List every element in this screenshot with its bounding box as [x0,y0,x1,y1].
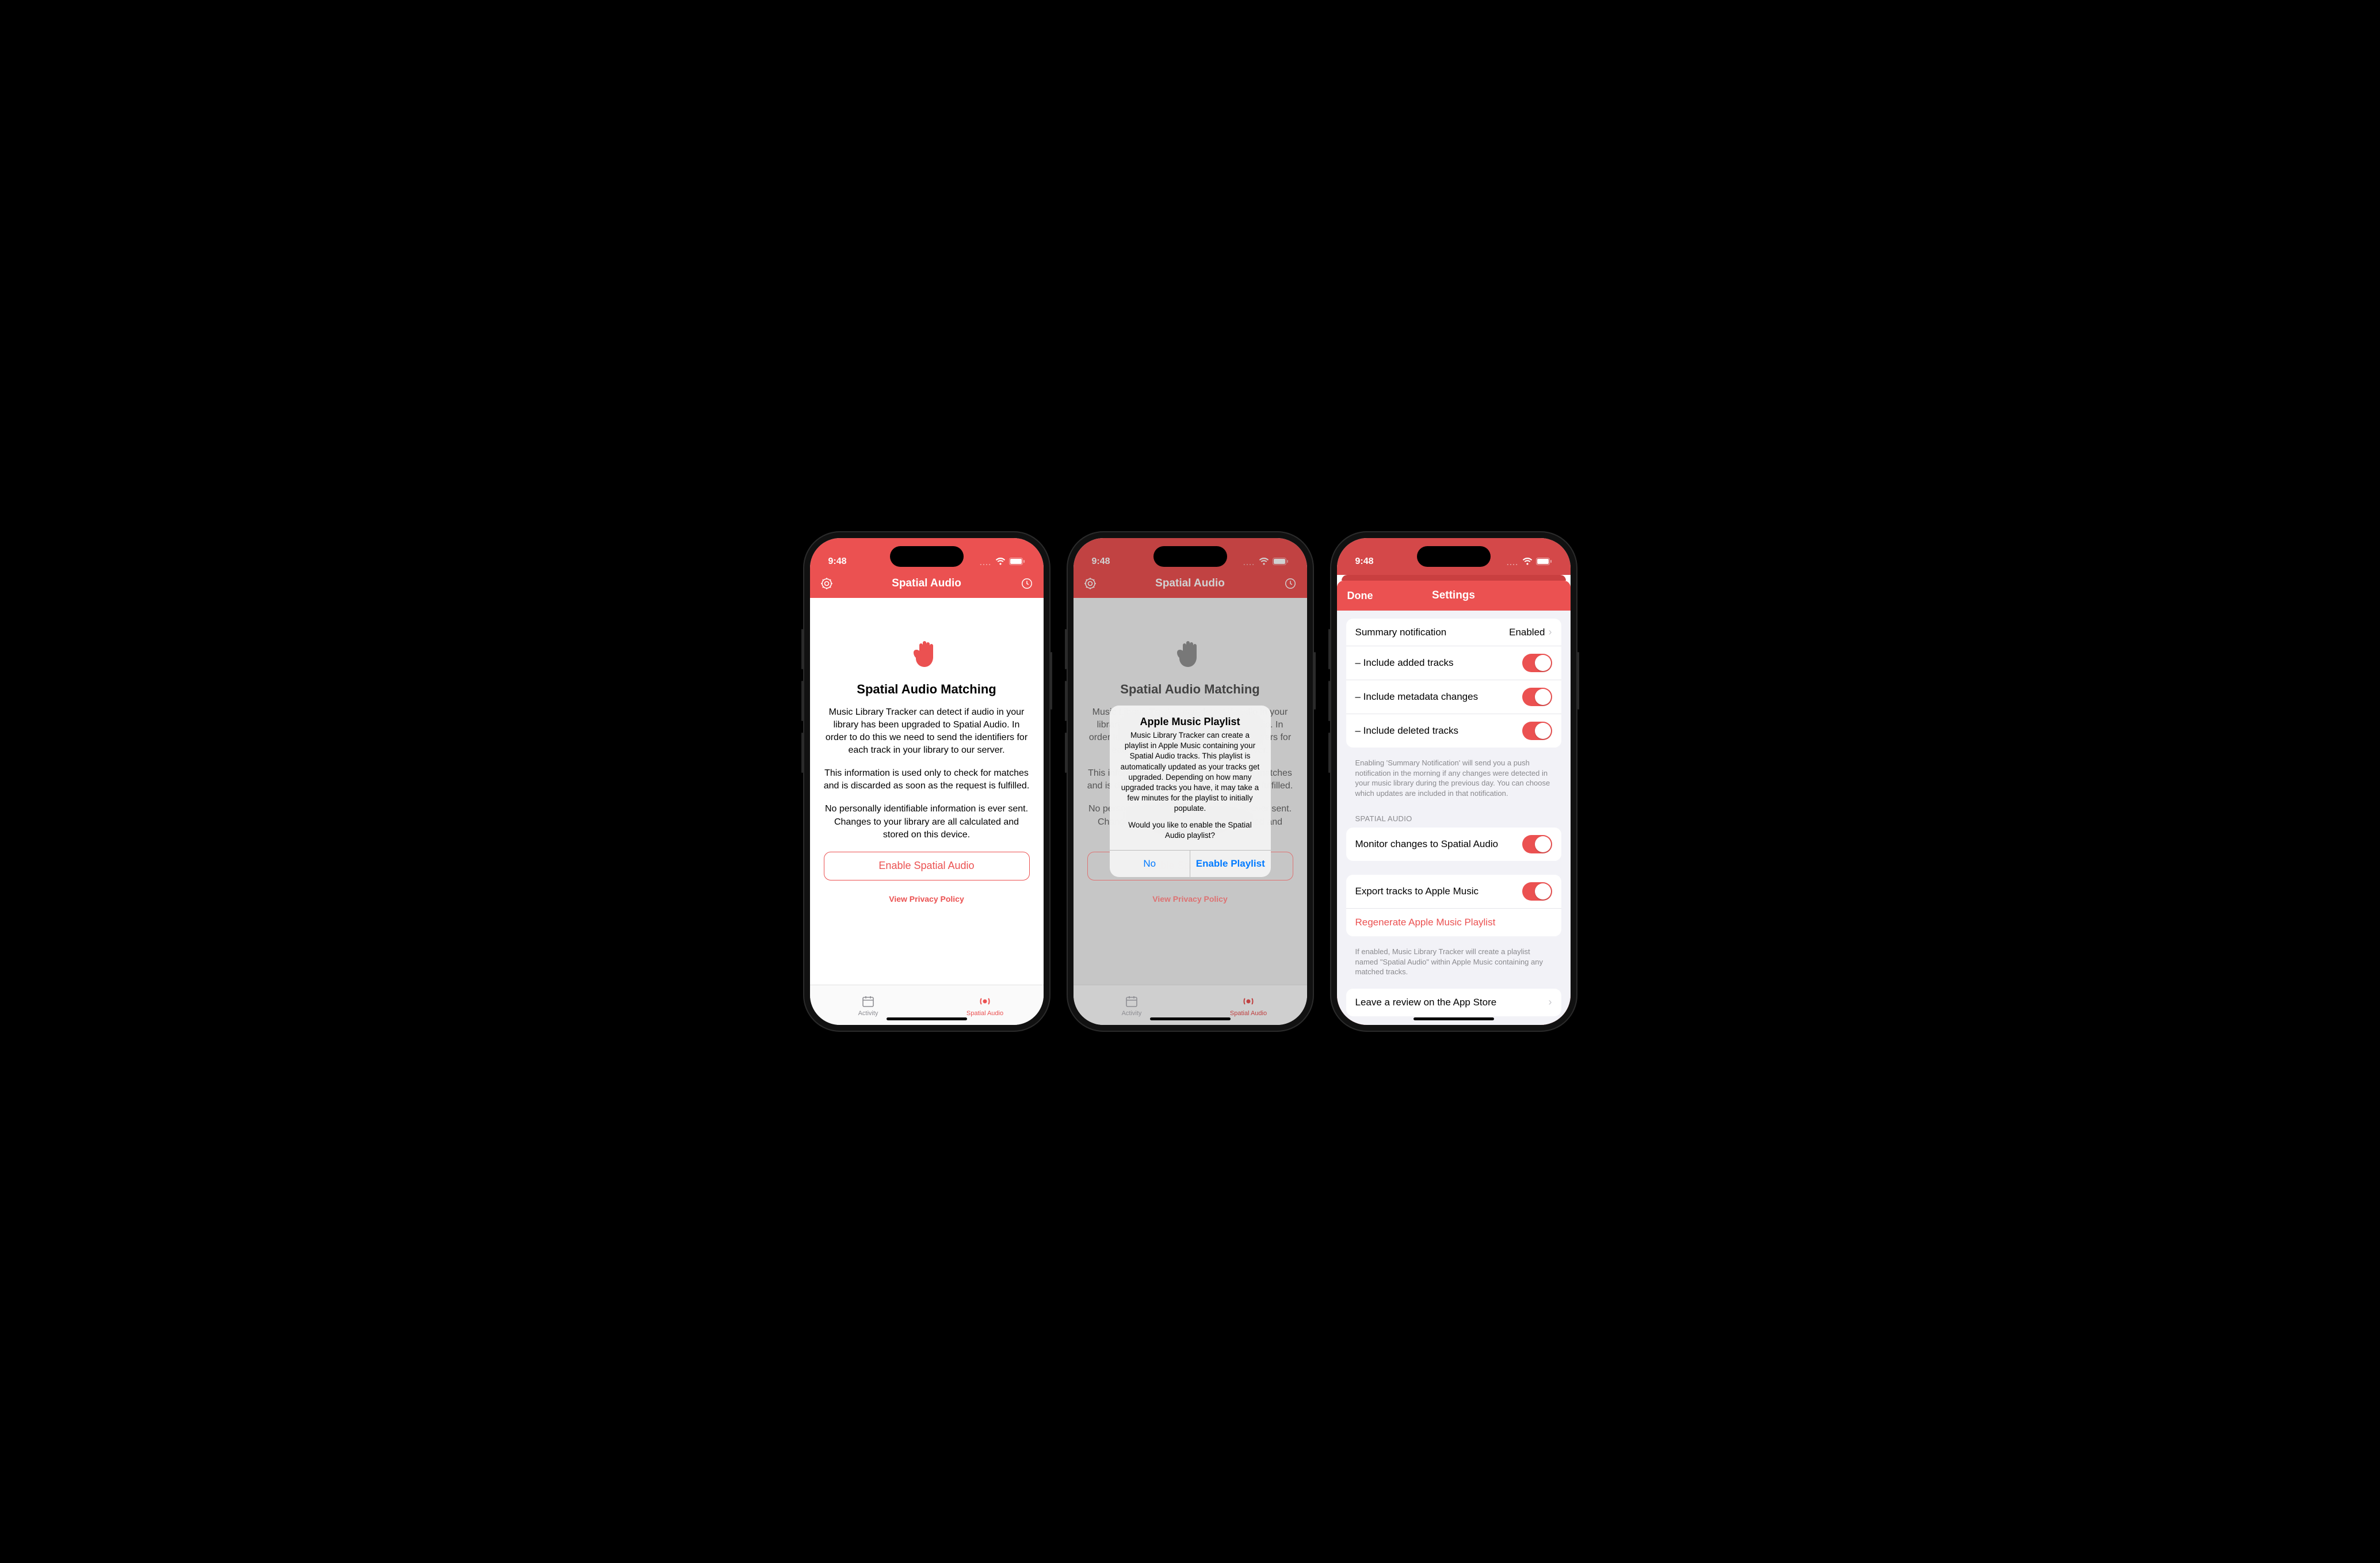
wifi-icon [1259,558,1269,567]
status-time: 9:48 [1092,556,1110,567]
toggle-export[interactable] [1522,882,1552,901]
row-leave-review[interactable]: Leave a review on the App Store › [1346,989,1561,1016]
row-include-metadata: – Include metadata changes [1346,680,1561,714]
status-time: 9:48 [828,556,847,567]
chevron-right-icon: › [1549,996,1552,1008]
refresh-icon[interactable] [1019,576,1034,591]
settings-gear-icon[interactable] [819,576,834,591]
alert-no-button[interactable]: No [1110,851,1191,877]
dynamic-island [890,546,964,567]
row-export-apple-music: Export tracks to Apple Music [1346,875,1561,909]
paragraph-2: This information is used only to check f… [810,767,1044,792]
toggle-monitor-spatial[interactable] [1522,835,1552,853]
row-include-added: – Include added tracks [1346,646,1561,680]
done-button[interactable]: Done [1347,590,1373,602]
tab-activity-label: Activity [858,1010,878,1017]
nav-title: Spatial Audio [834,577,1019,590]
footer-note-export: If enabled, Music Library Tracker will c… [1346,942,1561,989]
cellular-dots-icon: .... [980,558,991,567]
refresh-icon[interactable] [1283,576,1298,591]
row-label: Summary notification [1355,627,1447,638]
section-header-spatial: SPATIAL AUDIO [1346,810,1561,828]
nav-title: Spatial Audio [1098,577,1283,590]
dynamic-island [1153,546,1227,567]
row-label: – Include deleted tracks [1355,725,1459,737]
wifi-icon [995,558,1006,567]
calendar-icon [1125,994,1139,1009]
alert-enable-button[interactable]: Enable Playlist [1190,851,1271,877]
spatial-audio-icon [977,994,993,1009]
row-monitor-spatial: Monitor changes to Spatial Audio [1346,828,1561,861]
status-time: 9:48 [1355,556,1374,567]
phone-2: 9:48 .... Spatial Audio Spatial Audio Ma… [1067,531,1314,1032]
spatial-audio-icon [1240,994,1256,1009]
paragraph-3: No personally identifiable information i… [810,803,1044,841]
settings-title: Settings [1432,589,1475,602]
phone-3: 9:48 .... Done Settings [1330,531,1577,1032]
settings-nav: Done Settings [1337,581,1571,611]
settings-gear-icon[interactable] [1083,576,1098,591]
home-indicator[interactable] [1414,1017,1494,1020]
battery-icon [1536,558,1552,567]
tab-spatial-label: Spatial Audio [966,1010,1003,1017]
chevron-right-icon: › [1549,626,1552,638]
battery-icon [1273,558,1289,567]
row-label: Export tracks to Apple Music [1355,886,1479,897]
alert-message: Music Library Tracker can create a playl… [1110,730,1271,850]
cellular-dots-icon: .... [1243,558,1255,567]
row-label: Regenerate Apple Music Playlist [1355,917,1496,928]
content-area: Spatial Audio Matching Music Library Tra… [810,598,1044,985]
heading: Spatial Audio Matching [810,682,1044,697]
tab-spatial-label: Spatial Audio [1230,1010,1267,1017]
tab-activity-label: Activity [1122,1010,1142,1017]
cellular-dots-icon: .... [1507,558,1518,567]
row-summary-notification[interactable]: Summary notification Enabled › [1346,619,1561,646]
battery-icon [1009,558,1025,567]
calendar-icon [861,994,875,1009]
content-area-dimmed: Spatial Audio Matching Music Library Tra… [1074,598,1307,985]
row-value: Enabled [1509,627,1545,638]
enable-spatial-audio-button[interactable]: Enable Spatial Audio [824,852,1030,880]
modal-overlay: Apple Music Playlist Music Library Track… [1074,598,1307,985]
privacy-policy-link[interactable]: View Privacy Policy [810,894,1044,904]
toggle-include-metadata[interactable] [1522,688,1552,706]
paragraph-1: Music Library Tracker can detect if audi… [810,706,1044,757]
alert-dialog: Apple Music Playlist Music Library Track… [1110,706,1271,877]
nav-bar: Spatial Audio [810,569,1044,598]
row-regenerate-playlist[interactable]: Regenerate Apple Music Playlist [1346,909,1561,936]
toggle-include-deleted[interactable] [1522,722,1552,740]
hand-icon [911,638,943,670]
row-label: Leave a review on the App Store [1355,997,1497,1008]
row-label: – Include added tracks [1355,657,1454,669]
phone-1: 9:48 .... Spatial Audio Spatial Audio Ma… [803,531,1050,1032]
home-indicator[interactable] [887,1017,967,1020]
footer-note-summary: Enabling 'Summary Notification' will sen… [1346,753,1561,810]
dynamic-island [1417,546,1491,567]
toggle-include-added[interactable] [1522,654,1552,672]
home-indicator[interactable] [1150,1017,1231,1020]
nav-bar: Spatial Audio [1074,569,1307,598]
row-label: – Include metadata changes [1355,691,1479,703]
row-label: Monitor changes to Spatial Audio [1355,838,1499,850]
wifi-icon [1522,558,1533,567]
alert-title: Apple Music Playlist [1110,706,1271,730]
row-include-deleted: – Include deleted tracks [1346,714,1561,748]
